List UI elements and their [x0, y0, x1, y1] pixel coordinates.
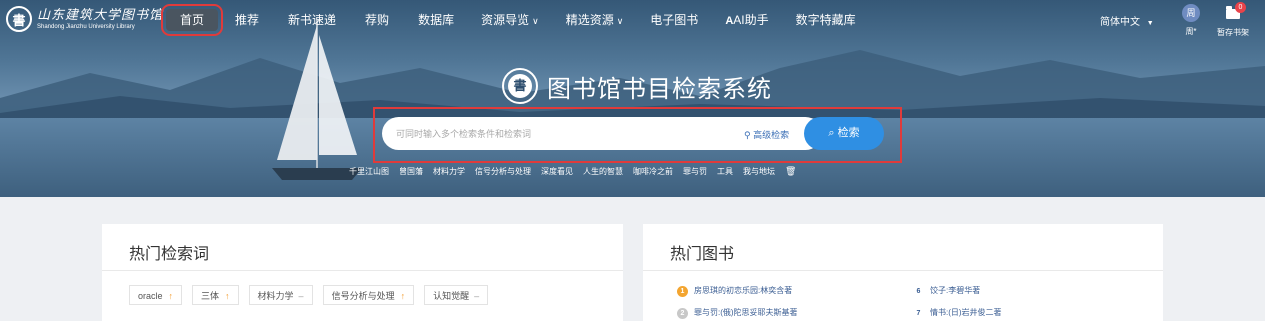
shelf-label: 暂存书架 [1217, 28, 1249, 37]
list-item[interactable]: 2 罪与罚:(俄)陀思妥耶夫斯基著 [677, 307, 798, 319]
page-title: 图书馆书目检索系统 [547, 75, 772, 103]
trash-icon[interactable]: 🗑 [785, 166, 796, 177]
hot-search-tag[interactable]: 材料力学 – [248, 285, 313, 305]
chevron-down-icon: ∨ [532, 16, 539, 26]
tag-label: 认知觉醒 [433, 291, 470, 301]
sailboat-image [272, 20, 362, 180]
hot-word[interactable]: 工具 [717, 166, 733, 177]
hot-word[interactable]: 曾国藩 [399, 166, 423, 177]
rank-number: 7 [916, 310, 921, 317]
rank-badge: 2 [677, 308, 688, 319]
hot-word[interactable]: 深度看见 [541, 166, 573, 177]
language-selector[interactable]: 简体中文 ▼ [1100, 13, 1154, 28]
caret-down-icon: ▼ [1146, 20, 1154, 27]
divider [643, 270, 1163, 271]
nav-ebooks[interactable]: 电子图书 [650, 9, 698, 31]
logo-chinese-name: 山东建筑大学图书馆 [37, 7, 164, 23]
advanced-search-link[interactable]: ⚲ 高级检索 [744, 128, 789, 141]
hot-books-card: 热门图书 1 房思琪的初恋乐园:林奕含著 2 罪与罚:(俄)陀思妥耶夫斯基著 6 饺子… [643, 224, 1163, 321]
search-button[interactable]: ⌕ 检索 [804, 117, 884, 150]
advanced-search-label: 高级检索 [753, 130, 790, 140]
folder-icon: 0 [1224, 2, 1246, 21]
book-title: 情书:(日)岩井俊二著 [930, 308, 1002, 317]
hot-search-title: 热门检索词 [129, 246, 210, 263]
nav-recommend[interactable]: 推荐 [235, 9, 259, 31]
page-title-block: 書 图书馆书目检索系统 [502, 68, 772, 104]
library-seal-icon: 書 [6, 6, 32, 32]
hot-word[interactable]: 罪与罚 [683, 166, 707, 177]
chevron-down-icon: ∨ [616, 16, 624, 26]
nav-ai-assistant[interactable]: AAI助手 [725, 9, 768, 31]
arrow-up-icon: ↑ [400, 291, 406, 301]
top-navbar: 書 山东建筑大学图书馆 Shandong Jianzhu University … [0, 0, 1265, 40]
hot-search-tag[interactable]: 认知觉醒 – [424, 285, 489, 305]
hot-word[interactable]: 人生的智慧 [583, 166, 623, 177]
hot-search-tag[interactable]: 三体 ↑ [192, 285, 239, 305]
main-nav: 首页 推荐 新书速递 荐购 数据库 资源导览 ∨ 精选资源 ∨ 电子图书 AAI助手… [160, 4, 856, 36]
rank-badge: 1 [677, 286, 688, 297]
nav-resource-guide-label: 资源导览 [481, 13, 530, 27]
hot-search-tags: oracle ↑ 三体 ↑ 材料力学 – 信号分析与处理 ↑ 认知觉醒 – [129, 285, 589, 315]
search-button-label: 检索 [837, 127, 860, 139]
arrow-up-icon: ↑ [225, 291, 230, 301]
nav-digital-collections[interactable]: 数字特藏库 [796, 9, 856, 31]
book-title: 罪与罚:(俄)陀思妥耶夫斯基著 [694, 308, 798, 317]
hot-search-card: 热门检索词 oracle ↑ 三体 ↑ 材料力学 – 信号分析与处理 ↑ 认知觉醒 – [102, 224, 623, 321]
language-label: 简体中文 [1100, 17, 1140, 28]
divider [102, 270, 623, 271]
search-input[interactable] [396, 117, 726, 150]
tag-label: 材料力学 [257, 291, 294, 301]
list-item[interactable]: 6 饺子:李碧华著 [913, 285, 981, 297]
nav-home[interactable]: 首页 [160, 4, 224, 36]
library-seal-icon: 書 [502, 68, 538, 104]
book-title: 饺子:李碧华著 [930, 286, 981, 295]
shelf-count-badge: 0 [1235, 2, 1246, 13]
tag-label: 三体 [201, 291, 220, 301]
list-item[interactable]: 7 情书:(日)岩井俊二著 [913, 307, 1002, 319]
dash-icon: – [298, 291, 304, 301]
user-name: 周* [1185, 27, 1197, 36]
temp-bookshelf[interactable]: 0 暂存书架 [1213, 2, 1253, 38]
nav-featured-resources[interactable]: 精选资源 ∨ [566, 9, 624, 31]
rank-number: 6 [916, 288, 921, 295]
hot-search-tag[interactable]: 信号分析与处理 ↑ [322, 285, 415, 305]
nav-new-books[interactable]: 新书速递 [288, 9, 336, 31]
hot-word[interactable]: 千里江山图 [349, 166, 389, 177]
hot-words-row: 千里江山图 曾国藩 材料力学 信号分析与处理 深度看见 人生的智慧 咖啡冷之前 … [349, 166, 806, 177]
filter-icon: ⚲ [744, 130, 751, 140]
hot-word[interactable]: 材料力学 [433, 166, 465, 177]
library-logo[interactable]: 書 山东建筑大学图书馆 Shandong Jianzhu University … [6, 6, 163, 32]
arrow-up-icon: ↑ [168, 291, 174, 301]
nav-databases[interactable]: 数据库 [418, 9, 454, 31]
avatar: 周 [1182, 4, 1200, 22]
nav-featured-resources-label: 精选资源 [565, 13, 614, 27]
list-item[interactable]: 1 房思琪的初恋乐园:林奕含著 [677, 285, 792, 297]
nav-purchase-request[interactable]: 荐购 [365, 9, 389, 31]
tag-label: oracle [138, 291, 163, 301]
book-title: 房思琪的初恋乐园:林奕含著 [694, 286, 793, 295]
logo-english-name: Shandong Jianzhu University Library [37, 23, 135, 30]
hot-word[interactable]: 信号分析与处理 [475, 166, 531, 177]
tag-label: 信号分析与处理 [331, 291, 395, 301]
nav-resource-guide[interactable]: 资源导览 ∨ [481, 9, 539, 31]
hot-search-tag[interactable]: oracle ↑ [129, 285, 183, 305]
hot-books-title: 热门图书 [670, 246, 735, 263]
hot-word[interactable]: 我与地坛 [743, 166, 775, 177]
search-icon: ⌕ [828, 127, 835, 139]
nav-ai-assistant-label: AI助手 [733, 13, 769, 27]
user-menu[interactable]: 周 周* [1176, 4, 1206, 37]
search-bar: ⚲ 高级检索 [382, 117, 822, 150]
dash-icon: – [474, 291, 480, 301]
hot-word[interactable]: 咖啡冷之前 [633, 166, 673, 177]
